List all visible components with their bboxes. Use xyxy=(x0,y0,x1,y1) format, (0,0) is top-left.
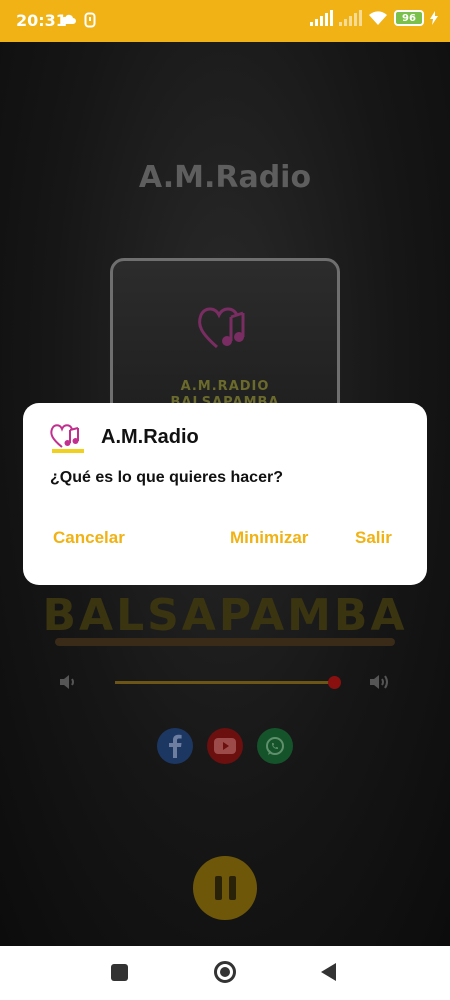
minimize-button[interactable]: Minimizar xyxy=(230,528,308,548)
signal-icon xyxy=(339,10,362,26)
facebook-button[interactable] xyxy=(157,728,193,764)
exit-button[interactable]: Salir xyxy=(355,528,392,548)
recent-apps-button[interactable] xyxy=(111,964,128,981)
app-logo-icon xyxy=(50,424,84,453)
back-button[interactable] xyxy=(321,963,336,981)
facebook-icon xyxy=(169,734,182,758)
app-title: A.M.Radio xyxy=(138,160,312,195)
youtube-button[interactable] xyxy=(207,728,243,764)
dialog-title: A.M.Radio xyxy=(101,426,199,448)
volume-slider-thumb[interactable] xyxy=(328,676,341,689)
brand-banner: BALSAPAMBA xyxy=(42,590,408,641)
volume-low-icon[interactable] xyxy=(58,672,78,692)
pause-icon xyxy=(214,876,222,900)
app-notification-icon xyxy=(84,12,96,28)
home-button[interactable] xyxy=(214,961,236,983)
wifi-icon xyxy=(369,11,387,25)
charging-icon xyxy=(430,11,438,25)
volume-slider-track[interactable] xyxy=(115,681,335,684)
pause-button[interactable] xyxy=(193,856,257,920)
dialog-message: ¿Qué es lo que quieres hacer? xyxy=(50,469,283,486)
cover-line1: A.M.RADIO xyxy=(180,379,270,394)
status-bar: 20:31 96 xyxy=(0,0,450,42)
battery-level: 96 xyxy=(402,12,416,24)
cancel-button[interactable]: Cancelar xyxy=(53,528,125,548)
whatsapp-icon xyxy=(266,737,284,755)
status-left-icons xyxy=(60,12,96,28)
signal-icon xyxy=(310,10,333,26)
youtube-icon xyxy=(214,738,236,754)
music-heart-icon xyxy=(198,307,245,349)
status-right-icons: 96 xyxy=(310,10,438,26)
battery-icon: 96 xyxy=(394,10,424,26)
navigation-bar xyxy=(0,946,450,1000)
volume-high-icon[interactable] xyxy=(368,672,392,692)
cloud-icon xyxy=(61,14,76,24)
brand-tagline-bar xyxy=(55,638,395,646)
whatsapp-button[interactable] xyxy=(257,728,293,764)
